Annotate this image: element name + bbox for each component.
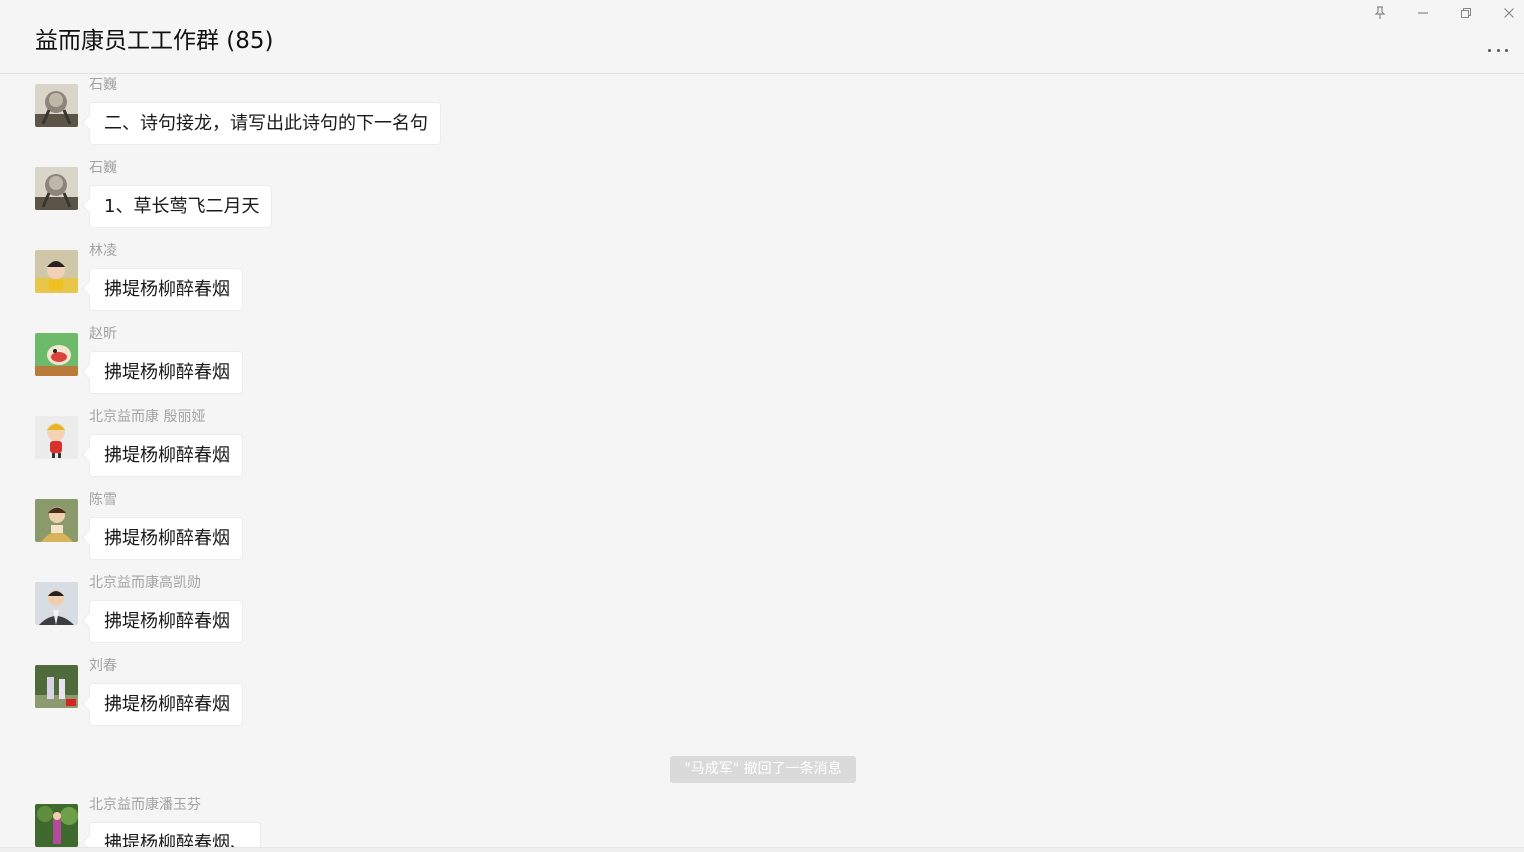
wolf-avatar[interactable] <box>35 84 78 127</box>
child-avatar[interactable] <box>35 250 78 293</box>
message-bubble[interactable]: 拂堤杨柳醉春烟 <box>89 351 243 394</box>
message-list[interactable]: 石巍 二、诗句接龙，请写出此诗句的下一名句 石巍 1、草长莺飞二月天 林凌 拂堤… <box>0 74 1524 848</box>
sender-name: 刘春 <box>89 658 117 674</box>
message-bubble[interactable]: 二、诗句接龙，请写出此诗句的下一名句 <box>89 102 441 145</box>
pin-icon[interactable] <box>1369 2 1391 24</box>
more-options-icon[interactable] <box>1488 42 1508 58</box>
message-bubble[interactable]: 拂堤杨柳醉春烟 <box>89 517 243 560</box>
sender-name: 北京益而康潘玉芬 <box>89 797 201 813</box>
wolf-avatar[interactable] <box>35 167 78 210</box>
bottom-divider <box>0 847 1524 852</box>
cartoon-avatar[interactable] <box>35 333 78 376</box>
sender-name: 陈雪 <box>89 492 117 508</box>
outdoor-avatar[interactable] <box>35 665 78 708</box>
close-icon[interactable] <box>1498 2 1520 24</box>
sender-name: 北京益而康 殷丽娅 <box>89 409 206 425</box>
chat-title: 益而康员工工作群 (85) <box>35 28 274 54</box>
painting-avatar[interactable] <box>35 499 78 542</box>
chat-header: 益而康员工工作群 (85) <box>0 0 1524 74</box>
sender-name: 赵昕 <box>89 326 117 342</box>
cartoon-girl-avatar[interactable] <box>35 416 78 459</box>
message-bubble[interactable]: 拂堤杨柳醉春烟 <box>89 683 243 726</box>
minimize-icon[interactable] <box>1412 2 1434 24</box>
sender-name: 石巍 <box>89 77 117 93</box>
sender-name: 北京益而康高凯勋 <box>89 575 201 591</box>
suit-man-avatar[interactable] <box>35 582 78 625</box>
message-bubble[interactable]: 拂堤杨柳醉春烟 <box>89 268 243 311</box>
recall-notice: "马成军" 撤回了一条消息 <box>670 756 856 783</box>
message-bubble[interactable]: 拂堤杨柳醉春烟 <box>89 600 243 643</box>
message-bubble[interactable]: 拂堤杨柳醉春烟 <box>89 434 243 477</box>
restore-icon[interactable] <box>1455 2 1477 24</box>
sender-name: 林凌 <box>89 243 117 259</box>
sender-name: 石巍 <box>89 160 117 176</box>
garden-avatar[interactable] <box>35 804 78 847</box>
message-bubble[interactable]: 拂堤杨柳醉春烟、 <box>89 822 261 848</box>
message-bubble[interactable]: 1、草长莺飞二月天 <box>89 185 273 228</box>
